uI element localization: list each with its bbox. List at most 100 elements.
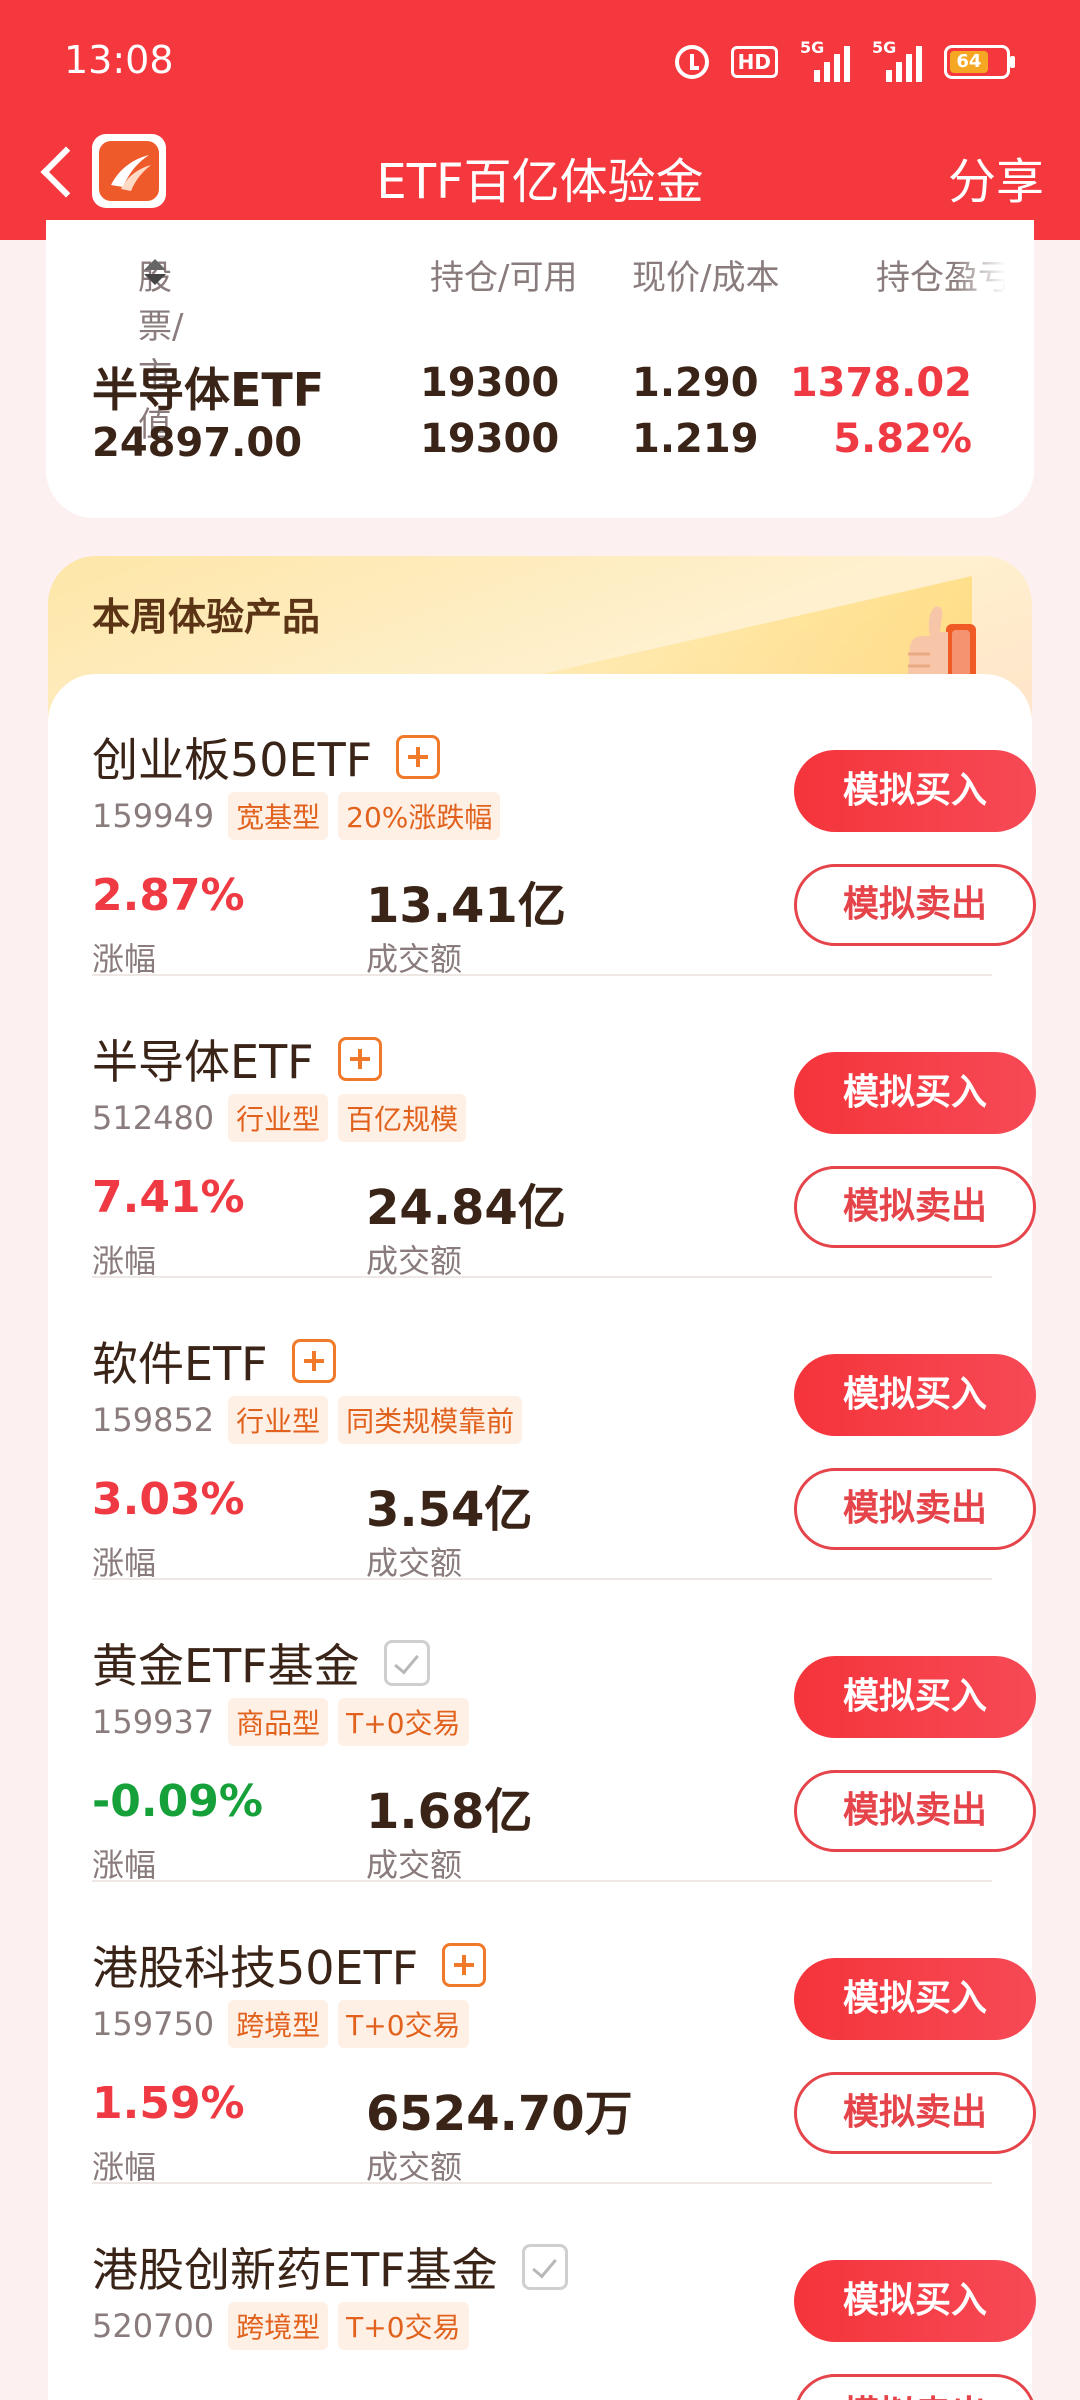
added-check-icon[interactable] (521, 2244, 568, 2290)
product-tag: 商品型 (228, 1698, 329, 1746)
product-amount-label: 成交额 (366, 940, 463, 978)
product-meta: 159852 行业型 同类规模靠前 (92, 1396, 523, 1444)
product-meta: 159949 宽基型 20%涨跌幅 (92, 792, 501, 840)
product-tag: T+0交易 (338, 2000, 469, 2048)
product-amount-label: 成交额 (366, 1544, 463, 1582)
sim-buy-button[interactable]: 模拟买入 (794, 750, 1036, 832)
product-code: 520700 (92, 2307, 215, 2345)
product-tag: 跨境型 (228, 2302, 329, 2350)
holding-pnl-pct: 5.82% (833, 416, 972, 462)
product-name-row: 软件ETF (92, 1328, 336, 1394)
product-name-row: 港股科技50ETF (92, 1932, 487, 1998)
product-item[interactable]: 港股科技50ETF 159750 跨境型 T+0交易 1.59% 涨幅 6524.7… (92, 1882, 1036, 2186)
product-name-row: 港股创新药ETF基金 (92, 2234, 568, 2300)
product-name: 创业板50ETF (92, 733, 373, 787)
sim-buy-button[interactable]: 模拟买入 (794, 2260, 1036, 2342)
product-change: 3.03% (92, 1474, 245, 1525)
product-tag: 跨境型 (228, 2000, 329, 2048)
product-amount: 13.41亿 (366, 878, 566, 934)
added-check-icon[interactable] (383, 1640, 430, 1686)
product-name: 黄金ETF基金 (92, 1639, 360, 1693)
product-name-row: 黄金ETF基金 (92, 1630, 430, 1696)
add-watchlist-icon[interactable] (337, 1037, 382, 1081)
product-change-label: 涨幅 (92, 1242, 157, 1280)
sim-buy-button[interactable]: 模拟买入 (794, 1354, 1036, 1436)
product-meta: 512480 行业型 百亿规模 (92, 1094, 467, 1142)
product-change-label: 涨幅 (92, 1846, 157, 1884)
col-price-label: 现价/成本 (632, 258, 780, 298)
page-title: ETF百亿体验金 (376, 154, 704, 210)
product-amount: 3.54亿 (366, 1482, 533, 1538)
sim-sell-button[interactable]: 模拟卖出 (794, 1166, 1036, 1248)
app-header: 13:08 HD 5G 5G 64 ETF百亿体验金 分享 (0, 0, 1080, 240)
sim-buy-button[interactable]: 模拟买入 (794, 1656, 1036, 1738)
product-change: 2.87% (92, 870, 245, 921)
add-watchlist-icon[interactable] (291, 1339, 336, 1383)
product-name-row: 半导体ETF (92, 1026, 382, 1092)
battery-icon: 64 (944, 45, 1015, 79)
holdings-header: 股票/市值 持仓/可用 现价/成本 持仓盈亏 (92, 250, 1034, 445)
product-meta: 159750 跨境型 T+0交易 (92, 2000, 469, 2048)
product-tag: 宽基型 (228, 792, 329, 840)
status-bar: 13:08 HD 5G 5G 64 (0, 0, 1080, 124)
holding-name: 半导体ETF (92, 363, 325, 417)
product-change-label: 涨幅 (92, 940, 157, 978)
holding-position: 19300 (420, 360, 560, 406)
product-change-label: 涨幅 (92, 2148, 157, 2186)
product-code: 159852 (92, 1401, 215, 1439)
holding-cost: 1.219 (632, 416, 759, 462)
sim-buy-button[interactable]: 模拟买入 (794, 1958, 1036, 2040)
product-item[interactable]: 黄金ETF基金 159937 商品型 T+0交易 -0.09% 涨幅 1.68亿 成… (92, 1580, 1036, 1884)
product-item[interactable]: 创业板50ETF 159949 宽基型 20%涨跌幅 2.87% 涨幅 13.41亿… (92, 674, 1036, 978)
product-change: -0.09% (92, 1776, 263, 1827)
product-change-label: 涨幅 (92, 1544, 157, 1582)
product-change: 7.41% (92, 1172, 245, 1223)
product-amount-label: 成交额 (366, 1242, 463, 1280)
product-name: 港股创新药ETF基金 (92, 2243, 498, 2297)
product-code: 159937 (92, 1703, 215, 1741)
product-tag: 同类规模靠前 (338, 1396, 523, 1444)
product-tag: 百亿规模 (338, 1094, 467, 1142)
product-amount: 24.84亿 (366, 1180, 566, 1236)
product-name: 港股科技50ETF (92, 1941, 419, 1995)
product-code: 159949 (92, 797, 215, 835)
product-meta: 159937 商品型 T+0交易 (92, 1698, 469, 1746)
status-time: 13:08 (64, 38, 174, 82)
status-icons: HD 5G 5G 64 (674, 38, 1015, 82)
battery-level: 64 (950, 51, 988, 73)
product-meta: 520700 跨境型 T+0交易 (92, 2302, 469, 2350)
product-tag: T+0交易 (338, 1698, 469, 1746)
section-title: 本周体验产品 (92, 586, 321, 647)
sort-icon (144, 257, 166, 287)
alarm-icon (674, 45, 709, 79)
product-item[interactable]: 软件ETF 159852 行业型 同类规模靠前 3.03% 涨幅 3.54亿 成交额… (92, 1278, 1036, 1582)
product-item[interactable]: 港股创新药ETF基金 520700 跨境型T+0交易 模拟买入 模拟卖出 (92, 2184, 1036, 2400)
product-name-row: 创业板50ETF (92, 724, 441, 790)
sim-sell-button[interactable]: 模拟卖出 (794, 864, 1036, 946)
product-code: 512480 (92, 1099, 215, 1137)
share-button[interactable]: 分享 (948, 142, 1044, 212)
product-name: 半导体ETF (92, 1035, 314, 1089)
signal-icon-2: 5G (872, 38, 922, 82)
product-list: 创业板50ETF 159949 宽基型 20%涨跌幅 2.87% 涨幅 13.41亿… (48, 674, 1036, 2400)
product-tag: T+0交易 (338, 2302, 469, 2350)
product-tag: 行业型 (228, 1396, 329, 1444)
product-code: 159750 (92, 2005, 215, 2043)
product-item[interactable]: 半导体ETF 512480 行业型 百亿规模 7.41% 涨幅 24.84亿 成交额… (92, 976, 1036, 1280)
sim-sell-button[interactable]: 模拟卖出 (794, 1770, 1036, 1852)
sim-sell-button[interactable]: 模拟卖出 (794, 2072, 1036, 2154)
col-stock-sort[interactable]: 股票/市值 (138, 250, 183, 445)
sim-buy-button[interactable]: 模拟买入 (794, 1052, 1036, 1134)
sim-sell-button[interactable]: 模拟卖出 (794, 2374, 1036, 2400)
product-amount: 1.68亿 (366, 1784, 533, 1840)
holding-price: 1.290 (632, 360, 759, 406)
add-watchlist-icon[interactable] (396, 735, 441, 779)
add-watchlist-icon[interactable] (442, 1943, 487, 1987)
holding-available: 19300 (420, 416, 560, 462)
product-tag: 行业型 (228, 1094, 329, 1142)
col-pnl-label: 持仓盈亏 (876, 258, 1006, 298)
sim-sell-button[interactable]: 模拟卖出 (794, 1468, 1036, 1550)
product-change: 1.59% (92, 2078, 245, 2129)
product-amount: 6524.70万 (366, 2086, 633, 2142)
holdings-card: 股票/市值 持仓/可用 现价/成本 持仓盈亏 半导体ETF 24897.00 1… (46, 220, 1034, 518)
